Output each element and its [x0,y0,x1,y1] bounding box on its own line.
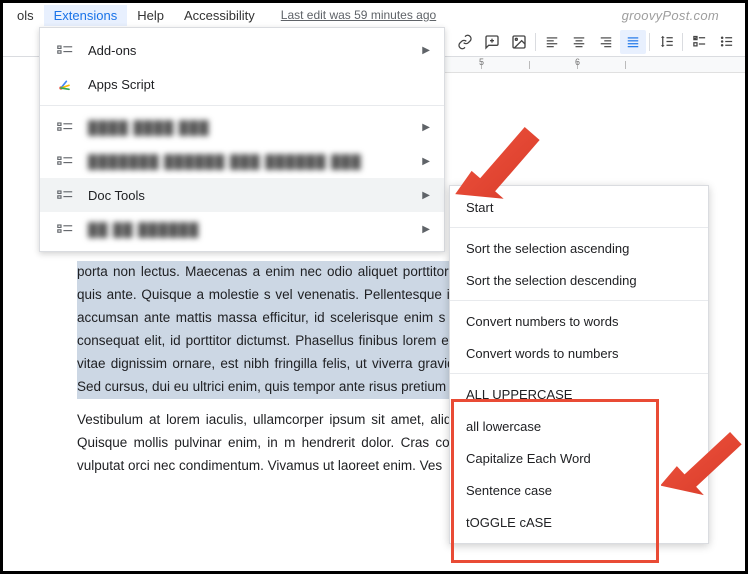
menu-label: ███████ ██████ ███ ██████ ███ [88,154,362,169]
menu-label: Doc Tools [88,188,145,203]
align-center-button[interactable] [566,30,592,54]
menu-help[interactable]: Help [127,5,174,26]
chevron-right-icon: ▶ [422,190,430,201]
submenu-words-to-num[interactable]: Convert words to numbers [450,337,708,369]
chevron-right-icon: ▶ [422,156,430,167]
menu-item-addons[interactable]: Add-ons ▶ [40,33,444,67]
divider [40,105,444,106]
menu-label: Apps Script [88,77,154,92]
submenu-num-to-words[interactable]: Convert numbers to words [450,305,708,337]
submenu-sort-asc[interactable]: Sort the selection ascending [450,232,708,264]
chevron-right-icon: ▶ [422,45,430,56]
extensions-dropdown: Add-ons ▶ Apps Script ████ ████ ███ ▶ ██… [39,27,445,252]
horizontal-ruler: 5 6 [433,57,745,73]
apps-script-icon [54,75,76,93]
bulleted-list-button[interactable] [713,30,739,54]
divider [450,373,708,374]
insert-image-button[interactable] [506,30,532,54]
addons-icon [54,41,76,59]
insert-link-button[interactable] [452,30,478,54]
menu-bar: ols Extensions Help Accessibility Last e… [3,3,745,27]
menu-item-extension[interactable]: ██ ██ ██████ ▶ [40,212,444,246]
submenu-toggle-case[interactable]: tOGGLE cASE [450,506,708,538]
last-edit-info[interactable]: Last edit was 59 minutes ago [271,5,446,25]
extension-icon [54,186,76,204]
chevron-right-icon: ▶ [422,122,430,133]
menu-label: ██ ██ ██████ [88,222,199,237]
add-comment-button[interactable] [479,30,505,54]
annotation-arrow [453,121,543,201]
separator [535,33,536,51]
menu-tools[interactable]: ols [7,5,44,26]
align-justify-button[interactable] [620,30,646,54]
divider [450,227,708,228]
menu-label: Add-ons [88,43,136,58]
separator [682,33,683,51]
watermark: groovyPost.com [612,5,729,26]
extension-icon [54,220,76,238]
menu-item-apps-script[interactable]: Apps Script [40,67,444,101]
menu-label: ████ ████ ███ [88,120,210,135]
extension-icon [54,118,76,136]
checklist-button[interactable] [686,30,712,54]
separator [649,33,650,51]
line-spacing-button[interactable] [653,30,679,54]
annotation-arrow [661,423,743,501]
submenu-uppercase[interactable]: ALL UPPERCASE [450,378,708,410]
menu-item-doc-tools[interactable]: Doc Tools ▶ [40,178,444,212]
menu-accessibility[interactable]: Accessibility [174,5,265,26]
submenu-sort-desc[interactable]: Sort the selection descending [450,264,708,296]
divider [450,300,708,301]
menu-item-extension[interactable]: ████ ████ ███ ▶ [40,110,444,144]
align-right-button[interactable] [593,30,619,54]
align-left-button[interactable] [539,30,565,54]
menu-item-extension[interactable]: ███████ ██████ ███ ██████ ███ ▶ [40,144,444,178]
extension-icon [54,152,76,170]
menu-extensions[interactable]: Extensions [44,5,128,26]
chevron-right-icon: ▶ [422,224,430,235]
